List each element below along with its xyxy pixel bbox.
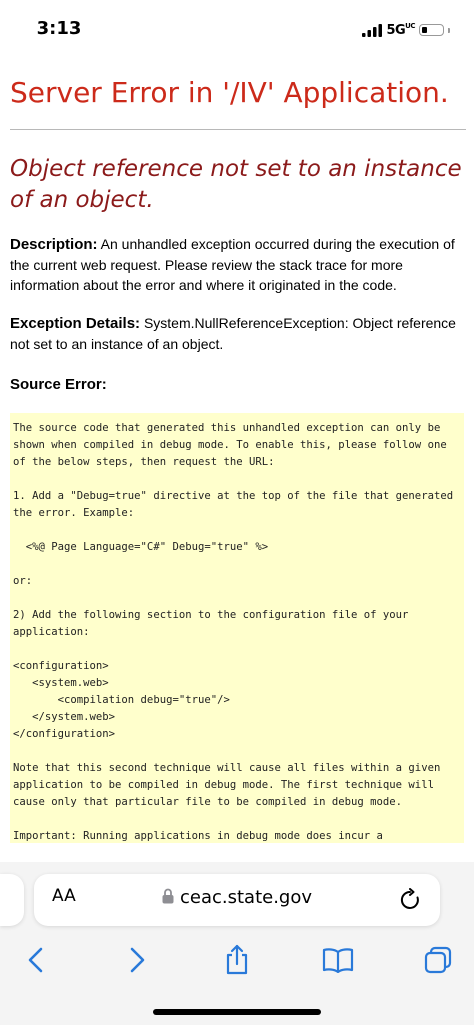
url-text: ceac.state.gov (179, 887, 313, 908)
home-indicator[interactable] (153, 1009, 321, 1015)
code-or: or: (13, 575, 33, 587)
url-display[interactable]: ceac.state.gov (34, 887, 440, 908)
code-step2: 2) Add the following section to the conf… (13, 609, 415, 638)
page-content: Server Error in '/IV' Application. Objec… (10, 74, 466, 843)
address-bar[interactable]: AA ceac.state.gov (34, 874, 440, 926)
code-note: Note that this second technique will cau… (13, 762, 447, 808)
bookmarks-button[interactable] (320, 942, 356, 978)
code-step1: 1. Add a "Debug=true" directive at the t… (13, 490, 460, 519)
forward-button[interactable] (119, 942, 155, 978)
chevron-left-icon (28, 947, 43, 973)
exception-details: Exception Details: System.NullReferenceE… (10, 313, 466, 354)
signal-icon (362, 23, 383, 37)
status-indicators: 5GUC (362, 22, 450, 38)
battery-icon (419, 24, 444, 36)
tabs-button[interactable] (420, 942, 456, 978)
chevron-right-icon (130, 947, 145, 973)
browser-toolbar: AA ceac.state.gov (0, 862, 474, 1025)
title-divider (10, 129, 466, 130)
bottom-nav-bar (0, 942, 474, 978)
share-icon (226, 944, 248, 975)
description: Description: An unhandled exception occu… (10, 234, 466, 295)
previous-tab-preview[interactable] (0, 874, 24, 926)
tabs-icon (424, 946, 452, 974)
description-label: Description: (10, 236, 98, 253)
error-message: Object reference not set to an instance … (10, 156, 462, 213)
status-time: 3:13 (36, 18, 82, 39)
network-superscript: UC (405, 22, 415, 30)
reload-icon (400, 888, 419, 909)
code-important: Important: Running applications in debug… (13, 830, 383, 842)
code-config-xml: <configuration> <system.web> <compilatio… (13, 660, 230, 740)
battery-nub (448, 27, 450, 33)
page-title: Server Error in '/IV' Application. (10, 76, 449, 109)
source-error-heading: Source Error: (10, 376, 107, 393)
exception-label: Exception Details: (10, 315, 141, 332)
source-code-box: The source code that generated this unha… (10, 413, 464, 843)
lock-icon (162, 888, 174, 904)
reload-button[interactable] (398, 888, 422, 912)
network-type: 5GUC (386, 22, 415, 38)
code-intro: The source code that generated this unha… (13, 422, 454, 468)
back-button[interactable] (18, 942, 54, 978)
code-step1-example: <%@ Page Language="C#" Debug="true" %> (13, 541, 269, 553)
book-icon (322, 948, 354, 973)
share-button[interactable] (219, 942, 255, 978)
status-bar: 3:13 5GUC (0, 0, 474, 62)
